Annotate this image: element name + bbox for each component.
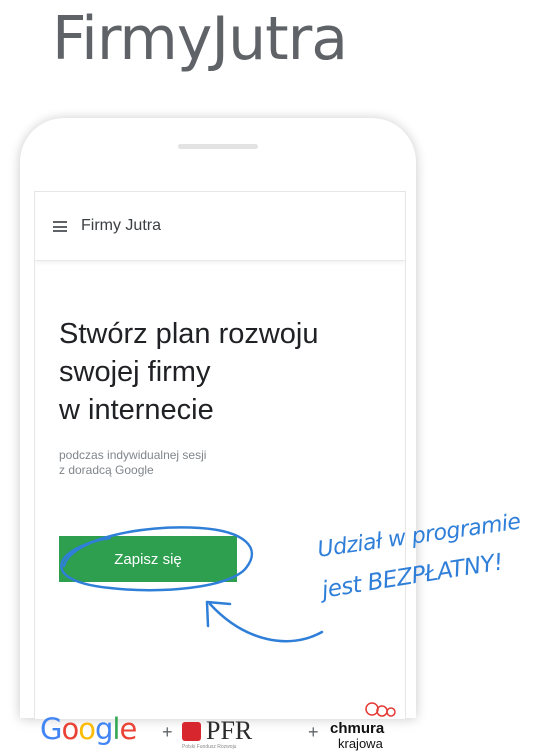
- headline-line-3: w internecie: [59, 394, 214, 426]
- hero-headline: Stwórz plan rozwoju swojej firmy w inter…: [59, 315, 389, 429]
- headline-line-2: swojej firmy: [59, 356, 211, 388]
- subtext-line-1: podczas indywidualnej sesji: [59, 448, 207, 462]
- brand-title: FirmyJutra: [52, 4, 348, 74]
- subtext-line-2: z doradcą Google: [59, 463, 154, 477]
- pfr-mark-icon: [182, 722, 201, 741]
- hamburger-menu-icon[interactable]: [53, 221, 67, 232]
- phone-speaker: [178, 144, 258, 149]
- app-bar: Firmy Jutra: [35, 192, 405, 261]
- headline-line-1: Stwórz plan rozwoju: [59, 318, 319, 350]
- pfr-logo: PFR Polski Fundusz Rozwoju: [182, 716, 302, 752]
- phone-screen: Firmy Jutra Stwórz plan rozwoju swojej f…: [34, 191, 406, 719]
- chmura-text: chmura: [330, 720, 385, 737]
- app-bar-title: Firmy Jutra: [81, 217, 161, 234]
- chmura-krajowa-logo: chmura krajowa: [330, 700, 440, 755]
- pfr-text: PFR: [206, 716, 253, 745]
- hero-subtext: podczas indywidualnej sesji z doradcą Go…: [59, 448, 359, 478]
- partner-logos: Google + PFR Polski Fundusz Rozwoju + ch…: [40, 700, 510, 755]
- google-logo: Google: [40, 712, 137, 746]
- signup-button[interactable]: Zapisz się: [59, 536, 237, 582]
- plus-sign: +: [162, 722, 173, 742]
- pfr-subtitle: Polski Fundusz Rozwoju: [182, 744, 237, 750]
- plus-sign: +: [308, 722, 319, 742]
- krajowa-text: krajowa: [338, 736, 383, 751]
- phone-mockup: Firmy Jutra Stwórz plan rozwoju swojej f…: [20, 118, 416, 719]
